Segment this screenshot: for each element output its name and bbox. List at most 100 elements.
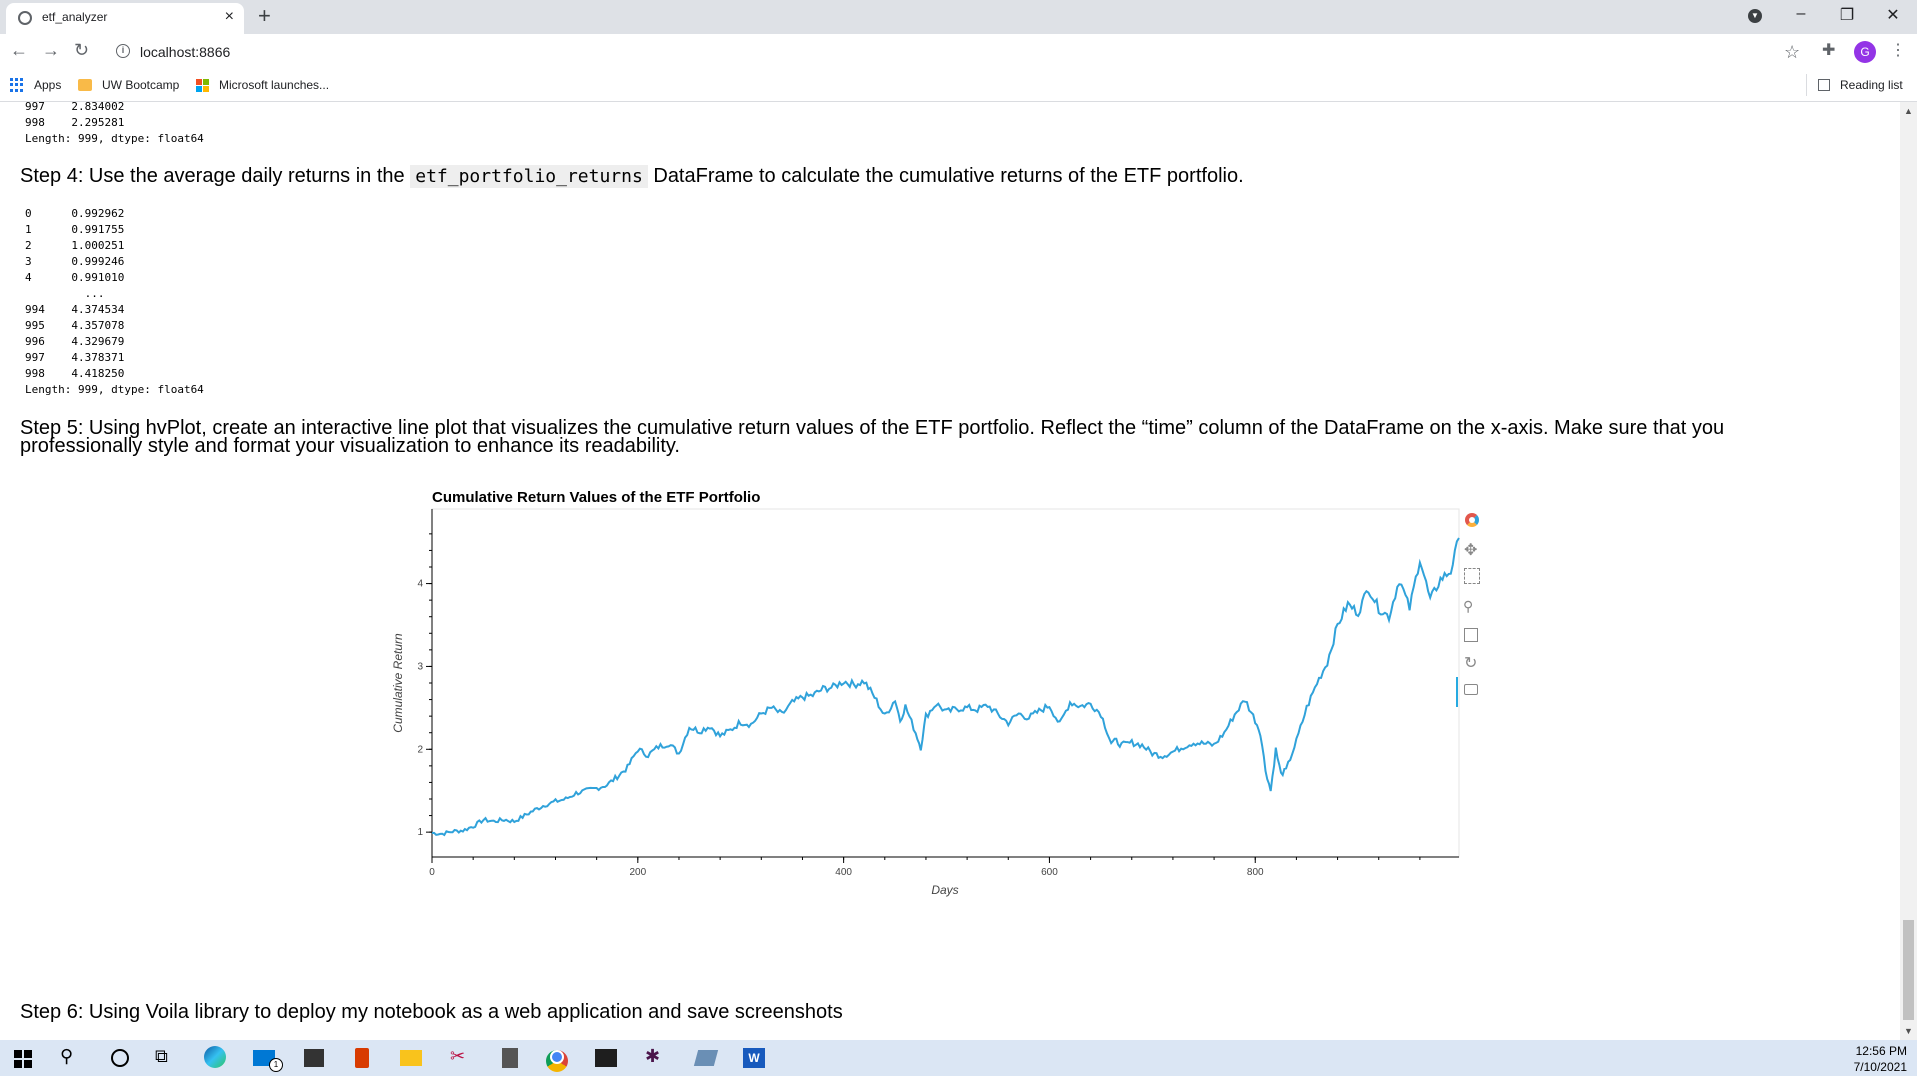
tab-title: etf_analyzer	[42, 10, 108, 24]
y-tick-label: 4	[417, 579, 423, 590]
snipping-tool-icon[interactable]: ✂	[450, 1046, 474, 1070]
output-line: Length: 999, dtype: float64	[25, 132, 204, 145]
y-tick-label: 2	[417, 744, 423, 755]
scroll-down-icon[interactable]: ▼	[1904, 1026, 1913, 1036]
y-ticks: 1 2 3 4	[417, 533, 432, 838]
address-bar[interactable]: i localhost:8866 ☆	[104, 38, 1800, 66]
file-explorer-icon[interactable]	[400, 1046, 424, 1070]
divider	[1806, 74, 1807, 96]
url-text[interactable]: localhost:8866	[140, 44, 230, 60]
reading-list-icon[interactable]	[1818, 79, 1830, 91]
output-line: 995 4.357078	[25, 319, 125, 332]
output-line: ...	[25, 287, 105, 300]
forward-arrow-icon[interactable]: →	[42, 40, 60, 61]
browser-toolbar: ← → ↻ i localhost:8866 ☆	[0, 34, 1917, 70]
output-line: 998 2.295281	[25, 116, 125, 129]
x-ticks: 0 200 400 600 800	[429, 857, 1421, 878]
extensions-icon[interactable]: ✚	[1822, 40, 1835, 60]
tab-bar: etf_analyzer × + ▼ – ❐ ✕	[0, 0, 1917, 34]
output-line: 996 4.329679	[25, 335, 125, 348]
page-scrollbar[interactable]: ▲ ▼	[1900, 102, 1917, 1040]
output-line: 997 2.834002	[25, 102, 125, 113]
profile-menu-icon[interactable]: ▼	[1748, 9, 1762, 23]
box-zoom-icon[interactable]	[1464, 568, 1480, 584]
folder-icon	[78, 79, 92, 91]
inline-code: etf_portfolio_returns	[410, 165, 648, 188]
output-line: 1 0.991755	[25, 223, 125, 236]
output-line: 0 0.992962	[25, 207, 125, 220]
wheel-zoom-icon[interactable]: ⚲	[1463, 598, 1473, 615]
star-icon[interactable]: ☆	[1784, 42, 1800, 63]
notebook-content: 997 2.834002 998 2.295281 Length: 999, d…	[0, 102, 1900, 1040]
browser-tab[interactable]: etf_analyzer ×	[6, 3, 244, 34]
terminal-icon[interactable]	[595, 1046, 619, 1070]
active-tool-indicator	[1456, 677, 1458, 707]
x-tick-label: 400	[835, 867, 852, 878]
reload-icon[interactable]: ↻	[74, 40, 89, 61]
calculator-icon[interactable]	[498, 1046, 522, 1070]
store-icon[interactable]	[302, 1046, 326, 1070]
step4-heading: Step 4: Use the average daily returns in…	[20, 165, 1244, 188]
hover-tool-icon[interactable]	[1464, 684, 1478, 695]
output-line: 998 4.418250	[25, 367, 125, 380]
slack-icon[interactable]: ✱	[645, 1046, 669, 1070]
back-arrow-icon[interactable]: ←	[10, 40, 28, 61]
window-close-icon[interactable]: ✕	[1878, 5, 1908, 25]
y-axis-label: Cumulative Return	[391, 633, 405, 733]
output-line: 997 4.378371	[25, 351, 125, 364]
avatar[interactable]: G	[1854, 41, 1876, 63]
restore-icon[interactable]: ❐	[1832, 5, 1862, 25]
bokeh-logo-icon[interactable]	[1465, 513, 1479, 527]
bookmark-uw-bootcamp[interactable]: UW Bootcamp	[102, 78, 179, 92]
task-view-icon[interactable]: ⧉	[155, 1046, 179, 1070]
microsoft-icon	[196, 79, 210, 93]
clock-date: 7/10/2021	[1853, 1060, 1907, 1074]
x-tick-label: 600	[1041, 867, 1058, 878]
windows-start-icon[interactable]	[10, 1046, 34, 1070]
new-tab-icon[interactable]: +	[258, 3, 271, 29]
save-icon[interactable]	[1464, 628, 1478, 642]
cortana-icon[interactable]	[108, 1046, 132, 1070]
menu-dots-icon[interactable]: ⋮	[1890, 40, 1906, 60]
bookmarks-bar: Apps UW Bootcamp Microsoft launches... R…	[0, 70, 1917, 102]
windows-taskbar: ⚲ ⧉ 1 ✂ ✱ W 12:56 PM 7/10/2021	[0, 1040, 1917, 1076]
output-line: 3 0.999246	[25, 255, 125, 268]
mail-badge: 1	[269, 1058, 283, 1072]
tab-close-icon[interactable]: ×	[225, 8, 234, 26]
minimize-icon[interactable]: –	[1786, 5, 1816, 23]
output-line: 4 0.991010	[25, 271, 125, 284]
info-icon[interactable]: i	[116, 44, 130, 58]
bookmark-apps[interactable]: Apps	[34, 78, 61, 92]
chrome-icon[interactable]	[546, 1046, 570, 1072]
bookmark-microsoft[interactable]: Microsoft launches...	[219, 78, 329, 92]
reading-list-button[interactable]: Reading list	[1840, 78, 1903, 92]
edge-icon[interactable]	[204, 1046, 228, 1070]
step6-heading: Step 6: Using Voila library to deploy my…	[20, 1001, 843, 1023]
mail-icon[interactable]: 1	[253, 1046, 283, 1072]
scroll-up-icon[interactable]: ▲	[1904, 106, 1913, 116]
y-tick-label: 3	[417, 661, 423, 672]
x-tick-label: 0	[429, 867, 435, 878]
pan-tool-icon[interactable]: ✥	[1464, 540, 1477, 560]
x-tick-label: 800	[1247, 867, 1264, 878]
office-icon[interactable]	[350, 1046, 374, 1070]
step5-heading-line2: professionally style and format your vis…	[20, 435, 680, 457]
output-line: Length: 999, dtype: float64	[25, 383, 204, 396]
cumulative-return-chart[interactable]: Cumulative Return Values of the ETF Port…	[380, 478, 1500, 908]
system-clock[interactable]: 12:56 PM 7/10/2021	[1854, 1043, 1907, 1075]
output-line: 994 4.374534	[25, 303, 125, 316]
reset-icon[interactable]: ↻	[1464, 653, 1477, 673]
output-line: 2 1.000251	[25, 239, 125, 252]
chart-title: Cumulative Return Values of the ETF Port…	[432, 489, 760, 506]
scrollbar-thumb[interactable]	[1903, 920, 1914, 1020]
app-icon[interactable]	[693, 1046, 719, 1070]
globe-icon	[18, 11, 32, 25]
x-tick-label: 200	[629, 867, 646, 878]
y-tick-label: 1	[417, 827, 423, 838]
search-icon[interactable]: ⚲	[60, 1046, 84, 1070]
plot-toolbar: ✥ ⚲ ↻	[1456, 510, 1496, 810]
clock-time: 12:56 PM	[1855, 1044, 1907, 1058]
plot-frame	[431, 508, 1460, 858]
apps-grid-icon[interactable]	[10, 78, 24, 92]
word-icon[interactable]: W	[743, 1046, 767, 1070]
